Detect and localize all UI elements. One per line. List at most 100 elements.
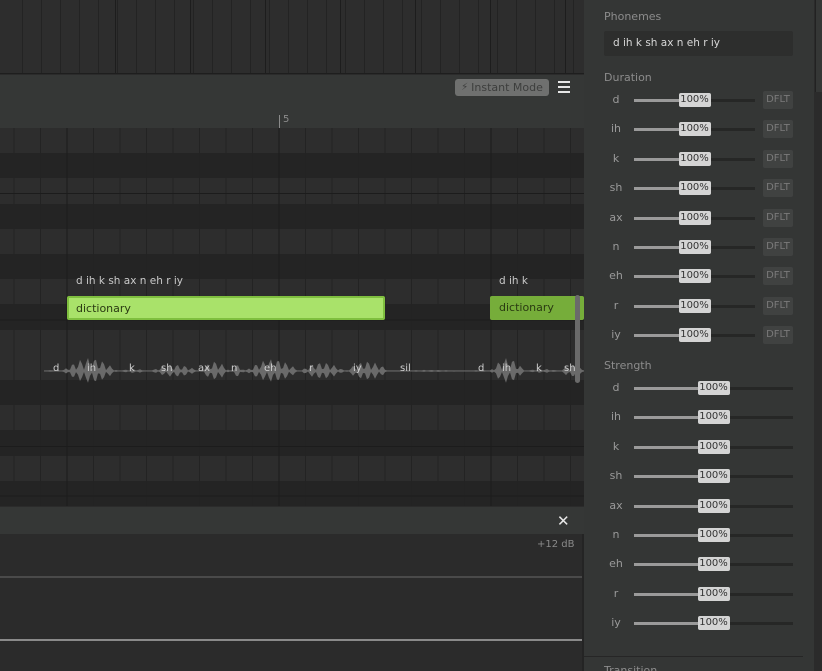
phonemes-input[interactable]: d ih k sh ax n eh r iy [604,31,793,56]
parameter-curve-area[interactable] [0,534,584,671]
panel-scrollbar-thumb[interactable] [815,0,822,92]
default-button[interactable]: DFLT [763,296,793,315]
duration-row: sh 100% DFLT [584,178,814,198]
phoneme-label: r [613,298,619,312]
strength-slider-handle[interactable]: 100% [697,439,730,454]
default-button[interactable]: DFLT [763,326,793,345]
duration-slider-handle[interactable]: 100% [678,269,711,284]
waveform-phoneme-label: k [536,363,542,374]
strength-section-title: Strength [604,359,652,372]
close-icon[interactable]: ✕ [557,512,570,530]
hamburger-menu-icon[interactable] [558,81,570,93]
bar-marker [279,115,280,128]
default-button[interactable]: DFLT [763,179,793,198]
phoneme-label: k [612,439,620,453]
duration-slider-handle[interactable]: 100% [678,328,711,343]
strength-slider-handle[interactable]: 100% [697,586,730,601]
lightning-bolt-icon: ⚡ [461,82,469,93]
parameter-curve-line[interactable] [0,639,582,641]
phoneme-label: ih [610,410,622,424]
strength-slider-handle[interactable]: 100% [697,528,730,542]
next-section-title: Transition [604,664,658,671]
duration-row: k 100% DFLT [584,149,814,169]
pitch-row [0,329,584,355]
phoneme-label: iy [611,328,621,342]
duration-slider-fill [634,246,679,249]
strength-slider-handle[interactable]: 100% [697,557,730,572]
waveform-phoneme-label: sh [564,363,576,374]
strength-slider-fill [634,504,698,508]
default-button[interactable]: DFLT [763,149,793,168]
duration-section-title: Duration [604,71,652,84]
waveform-phoneme-label: sh [161,363,173,374]
duration-slider-fill [634,157,679,161]
phoneme-label: n [612,240,620,253]
pitch-row [0,203,584,229]
note-block-selected[interactable]: dictionary [67,296,385,320]
phoneme-label: sh [609,469,623,483]
pitch-row [0,128,584,154]
strength-row: sh 100% [584,466,814,486]
duration-slider-handle[interactable]: 100% [678,122,711,137]
default-button[interactable]: DFLT [763,267,793,286]
duration-slider-fill [634,128,679,132]
instant-mode-button[interactable]: ⚡ Instant Mode [455,79,549,96]
default-button[interactable]: DFLT [763,120,793,139]
waveform-phoneme-label: iy [353,363,362,374]
pitch-row [0,455,584,481]
duration-slider-fill [634,334,679,338]
phoneme-label: ax [609,210,623,224]
duration-slider-fill [634,216,679,220]
waveform-phoneme-label: eh [264,363,277,374]
default-button[interactable]: DFLT [763,208,793,227]
default-button[interactable]: DFLT [763,91,793,109]
vertical-scrollbar[interactable] [575,295,580,383]
duration-slider-handle[interactable]: 100% [678,93,711,107]
strength-slider-handle[interactable]: 100% [697,498,730,513]
strength-slider-handle[interactable]: 100% [697,410,730,425]
pitch-row [0,153,584,179]
waveform-phoneme-label: n [231,363,238,374]
pitch-row [0,228,584,254]
note-block[interactable]: dictionary [490,296,584,320]
phoneme-label: iy [611,616,621,630]
pitch-row [0,430,584,456]
note-properties-panel: Phonemes d ih k sh ax n eh r iy Duration… [584,0,814,671]
strength-slider-fill [634,592,698,596]
app-window: ⚡ Instant Mode 5 d ih k sh ax n eh r iy … [0,0,822,671]
bar-number-label: 5 [283,114,290,125]
panel-scrollbar-track[interactable] [814,0,822,671]
waveform-phoneme-label: r [309,363,314,374]
duration-slider-handle[interactable]: 100% [678,151,711,166]
waveform-phoneme-label: sil [400,363,411,374]
duration-slider-handle[interactable]: 100% [678,181,711,196]
duration-row: d 100% DFLT [584,90,814,110]
duration-slider-handle[interactable]: 100% [678,210,711,225]
divider [584,656,803,657]
strength-slider-fill [634,416,698,420]
strength-slider-handle[interactable]: 100% [697,469,730,484]
waveform-phoneme-label: ih [502,363,512,374]
duration-slider-handle[interactable]: 100% [678,240,711,254]
parameter-reference-line [0,576,582,578]
pitch-row [0,380,584,406]
default-button[interactable]: DFLT [763,238,793,256]
phoneme-label: eh [609,269,623,283]
strength-slider-handle[interactable]: 100% [697,381,730,395]
strength-row: iy 100% [584,613,814,633]
duration-row: ax 100% DFLT [584,208,814,228]
phonemes-section-title: Phonemes [604,10,662,23]
phoneme-label: ax [609,498,623,512]
strength-row: n 100% [584,525,814,545]
duration-slider-fill [634,304,679,308]
strength-slider-handle[interactable]: 100% [697,616,730,631]
duration-row: eh 100% DFLT [584,266,814,286]
strength-row: eh 100% [584,554,814,574]
track-overview-grid[interactable] [0,0,584,74]
duration-slider-handle[interactable]: 100% [678,298,711,313]
note-phonemes-label: d ih k [499,275,528,287]
strength-slider-fill [634,387,698,390]
strength-row: d 100% [584,378,814,398]
waveform-phoneme-label: d [478,363,485,374]
duration-slider-fill [634,187,679,191]
